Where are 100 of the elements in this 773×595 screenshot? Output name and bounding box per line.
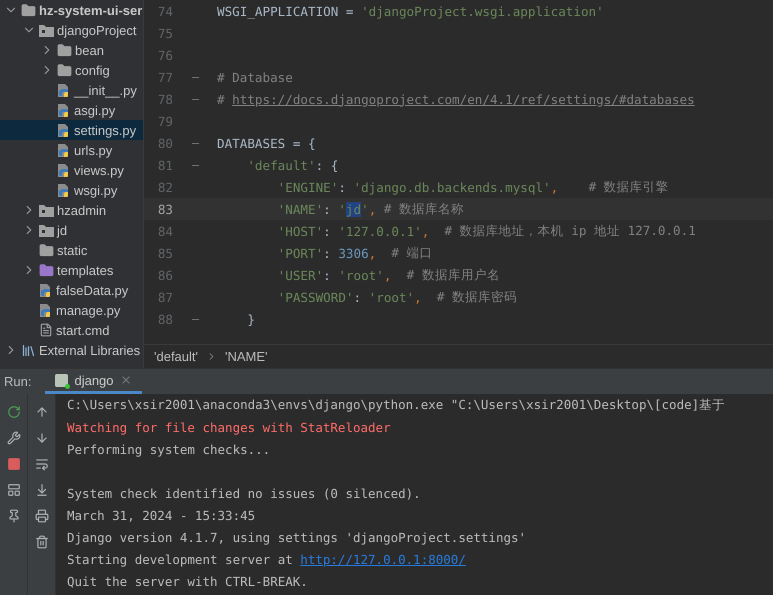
tree-item[interactable]: bean: [0, 40, 143, 60]
code-token: 'PORT': [276, 246, 324, 260]
tree-item[interactable]: templates: [0, 260, 143, 280]
code-token: 'django.db.backends.mysql': [354, 180, 551, 194]
tree-item[interactable]: manage.py: [0, 300, 143, 320]
code-token: # 数据库地址，本机 ip 地址 127.0.0.1: [443, 222, 696, 240]
code-token: :: [323, 268, 332, 282]
close-icon[interactable]: [120, 374, 132, 386]
line-number: 80: [156, 136, 173, 150]
code-token: 'root': [368, 290, 414, 304]
code-token: 3306: [338, 246, 369, 260]
python-file-icon: [57, 162, 71, 178]
code-link[interactable]: https://docs.djangoproject.com/en/4.1/ref/settings/#databases: [232, 92, 695, 106]
tree-item[interactable]: urls.py: [0, 140, 143, 160]
code-token: DATABASES = {: [217, 136, 316, 150]
run-label: Run:: [4, 374, 32, 389]
code-token: 'default': [246, 158, 316, 172]
tree-label: wsgi.py: [74, 182, 118, 198]
tree-item[interactable]: config: [0, 60, 143, 80]
line-number: 76: [156, 48, 173, 62]
tree-item[interactable]: wsgi.py: [0, 180, 143, 200]
code-token: ,: [414, 290, 422, 304]
tree-label: settings.py: [74, 122, 136, 138]
code-token: :: [323, 224, 332, 238]
tree-item[interactable]: __init__.py: [0, 80, 143, 100]
package-icon: [39, 24, 54, 36]
tree-label: falseData.py: [56, 282, 128, 298]
file-icon: [39, 323, 53, 337]
code-token: # Database: [217, 70, 293, 84]
console-line: Quit the server with CTRL-BREAK.: [67, 574, 308, 588]
console-line: March 31, 2024 - 15:33:45: [67, 508, 256, 522]
tree-label: start.cmd: [56, 322, 110, 338]
tree-label: jd: [57, 222, 68, 238]
code-token: 'NAME': [276, 202, 324, 216]
django-icon: [55, 374, 68, 386]
tree-item[interactable]: asgi.py: [0, 100, 143, 120]
console-line: System check identified no issues (0 silenced).: [67, 486, 421, 500]
python-file-icon: [57, 182, 71, 198]
tree-label: asgi.py: [74, 102, 116, 118]
tree-label: views.py: [74, 162, 124, 178]
tree-item[interactable]: settings.py: [0, 120, 143, 140]
code-token: 'root': [338, 268, 384, 282]
python-file-icon: [57, 82, 71, 98]
tree-label: manage.py: [56, 302, 120, 318]
line-number: 83: [156, 202, 173, 216]
console-line: C:\Users\xsir2001\anaconda3\envs\django\python.exe "C:\Users\xsir2001\Desktop\[code]基于: [67, 396, 726, 414]
line-number: 75: [156, 26, 173, 40]
python-file-icon: [39, 282, 53, 298]
code-token: ,: [384, 268, 392, 282]
folder-icon: [57, 42, 72, 58]
code-token: ,: [368, 246, 376, 260]
console-line: Performing system checks...: [67, 442, 270, 456]
tree-item[interactable]: views.py: [0, 160, 143, 180]
tree-item[interactable]: jd: [0, 220, 143, 240]
tree-item[interactable]: static: [0, 240, 143, 260]
tree-label: hzadmin: [57, 202, 106, 218]
code-token: # 数据库用户名: [406, 266, 500, 284]
line-number: 77: [156, 70, 173, 84]
code-token: WSGI_APPLICATION =: [217, 4, 354, 18]
tree-label: bean: [75, 42, 104, 58]
tree-item[interactable]: start.cmd: [0, 320, 143, 340]
code-token: jd: [346, 202, 362, 216]
tree-label: static: [57, 242, 88, 258]
code-token: : {: [316, 158, 338, 172]
line-number: 79: [156, 114, 173, 128]
tree-label: urls.py: [74, 142, 112, 158]
code-token: 'ENGINE': [276, 180, 338, 194]
folder-icon: [39, 242, 54, 258]
library-icon: [21, 342, 36, 358]
code-token: ': [361, 202, 369, 216]
python-file-icon: [57, 122, 71, 138]
line-number: 82: [156, 180, 173, 194]
code-token: # 端口: [390, 244, 433, 262]
code-token: 'HOST': [276, 224, 324, 238]
tree-item[interactable]: External Libraries: [0, 340, 143, 360]
console-line: Django version 4.1.7, using settings 'djangoProject.settings': [67, 530, 526, 544]
code-token: # 数据库引擎: [588, 178, 669, 196]
tree-item[interactable]: djangoProject: [0, 20, 143, 40]
breadcrumb[interactable]: 'default': [154, 349, 198, 364]
code-token: :: [323, 246, 332, 260]
tree-item[interactable]: hz-system-ui-ser: [0, 0, 143, 20]
tree-label: External Libraries: [39, 342, 140, 358]
tree-label: djangoProject: [57, 22, 136, 38]
code-token: ,: [550, 180, 558, 194]
line-number: 87: [156, 290, 173, 304]
tree-item[interactable]: falseData.py: [0, 280, 143, 300]
code-token: ,: [368, 202, 376, 216]
folder-icon: [39, 262, 54, 278]
tree-label: templates: [57, 262, 114, 278]
breadcrumb[interactable]: 'NAME': [225, 349, 268, 364]
line-number: 86: [156, 268, 173, 282]
code-token: 'USER': [276, 268, 324, 282]
code-token: :: [353, 290, 362, 304]
code-token: 'djangoProject.wsgi.application': [361, 4, 604, 18]
tree-label: __init__.py: [74, 82, 137, 98]
package-icon: [39, 204, 54, 216]
package-icon: [39, 224, 54, 236]
tree-item[interactable]: hzadmin: [0, 200, 143, 220]
code-token: ': [338, 202, 346, 216]
code-token: #: [217, 92, 226, 106]
